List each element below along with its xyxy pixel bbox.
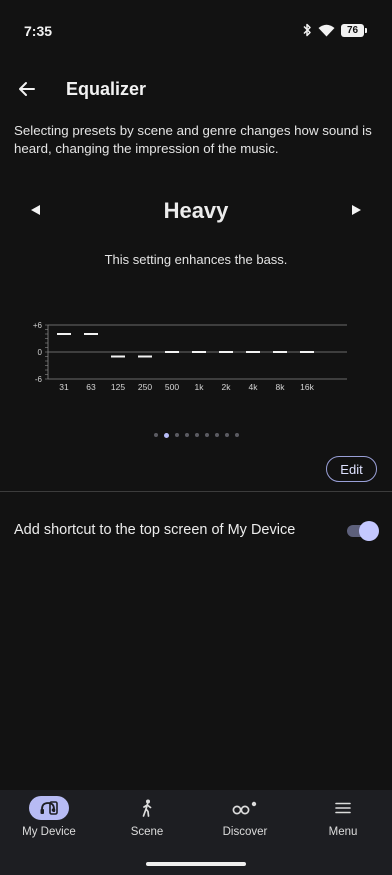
equalizer-screen: 7:35 76 Equalizer Selecting presets by s… — [0, 0, 392, 875]
nav-icon-pill — [127, 796, 167, 820]
divider — [0, 491, 392, 492]
page-dot — [184, 433, 189, 437]
status-bar: 7:35 76 — [0, 0, 392, 60]
y-tick-label: -6 — [35, 375, 43, 384]
eq-band-frequency-label: 250 — [138, 382, 152, 392]
page-dot — [174, 433, 179, 437]
binoculars-icon — [232, 801, 257, 815]
headphones-device-icon — [40, 801, 58, 815]
nav-icon-pill — [29, 796, 69, 820]
arrow-left-icon — [19, 82, 35, 96]
back-button[interactable] — [14, 76, 40, 102]
eq-band-frequency-label: 4k — [249, 382, 259, 392]
nav-discover[interactable]: Discover — [196, 790, 294, 850]
eq-band-frequency-label: 63 — [86, 382, 96, 392]
shortcut-label: Add shortcut to the top screen of My Dev… — [14, 522, 296, 538]
equalizer-curve-chart: +6 0 -6 31 63 125 250 500 1k 2k 4k 8k 16k — [33, 321, 347, 392]
page-dot — [204, 433, 209, 437]
y-tick-label: +6 — [33, 321, 43, 330]
bluetooth-icon — [303, 23, 311, 37]
page-dot — [194, 433, 199, 437]
preset-page-indicator — [0, 432, 392, 438]
walking-person-icon — [142, 799, 152, 817]
page-dot — [153, 433, 158, 437]
nav-icon-pill — [323, 796, 363, 820]
nav-label: My Device — [22, 826, 76, 838]
edit-button[interactable]: Edit — [326, 456, 377, 482]
y-tick-label: 0 — [38, 348, 43, 357]
nav-label: Scene — [130, 826, 164, 838]
next-preset-button[interactable] — [348, 201, 364, 219]
nav-menu[interactable]: Menu — [294, 790, 392, 850]
eq-band-frequency-label: 8k — [276, 382, 286, 392]
page-dot-active — [163, 432, 169, 438]
home-indicator — [146, 862, 246, 866]
hamburger-menu-icon — [335, 802, 351, 814]
wifi-icon — [318, 24, 335, 36]
eq-band-frequency-label: 16k — [300, 382, 314, 392]
toggle-thumb — [359, 521, 379, 541]
status-icons: 76 — [302, 23, 367, 37]
shortcut-setting-row: Add shortcut to the top screen of My Dev… — [0, 512, 392, 550]
preset-description: This setting enhances the bass. — [104, 252, 288, 267]
page-dot — [224, 433, 229, 437]
nav-label: Menu — [328, 826, 358, 838]
page-dot — [234, 433, 239, 437]
eq-band-frequency-label: 500 — [165, 382, 179, 392]
nav-my-device[interactable]: My Device — [0, 790, 98, 850]
shortcut-toggle[interactable] — [346, 521, 379, 541]
eq-band-frequency-label: 31 — [59, 382, 69, 392]
triangle-right-icon — [352, 205, 361, 215]
eq-band-frequency-label: 2k — [222, 382, 232, 392]
preset-name: Heavy — [163, 198, 229, 223]
nav-icon-pill — [225, 796, 265, 820]
eq-band-frequency-label: 1k — [195, 382, 205, 392]
equalizer-description: Selecting presets by scene and genre cha… — [14, 123, 372, 156]
eq-band-frequency-label: 125 — [111, 382, 125, 392]
battery-level: 76 — [346, 24, 359, 36]
nav-scene[interactable]: Scene — [98, 790, 196, 850]
page-dot — [214, 433, 219, 437]
status-time: 7:35 — [24, 23, 53, 39]
page-title: Equalizer — [66, 79, 147, 99]
nav-label: Discover — [222, 826, 268, 838]
battery-icon: 76 — [341, 23, 367, 37]
app-header: Equalizer — [0, 70, 392, 110]
